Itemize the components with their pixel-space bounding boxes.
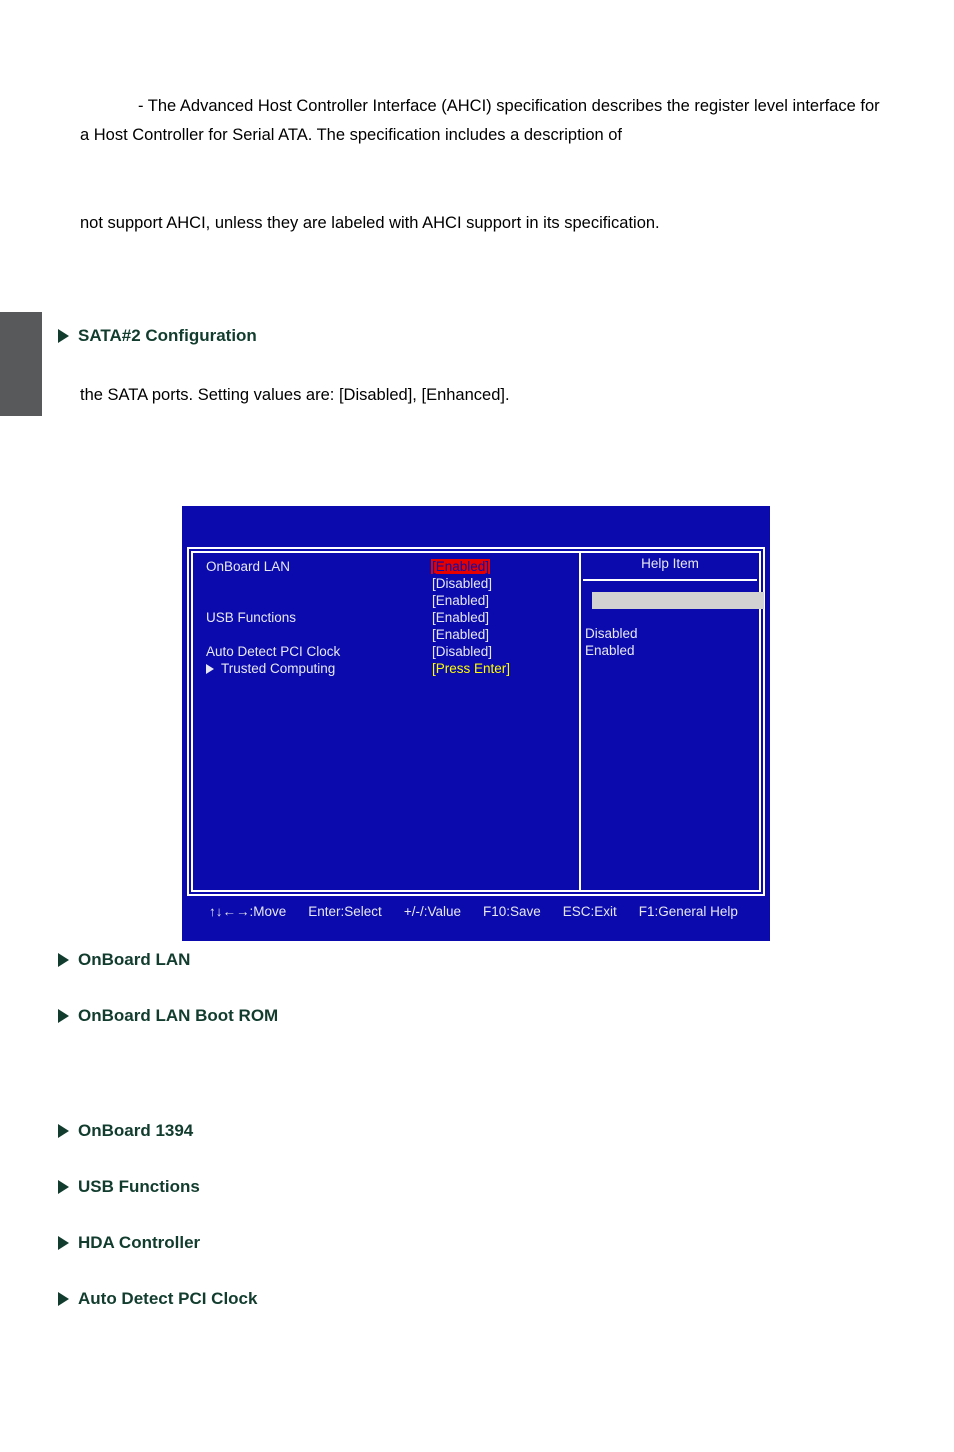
triangle-bullet-icon bbox=[58, 1009, 69, 1023]
bios-help-pane: Help Item Disabled Enabled bbox=[581, 553, 764, 890]
page-margin-tab bbox=[0, 312, 42, 416]
heading-label: OnBoard LAN bbox=[78, 950, 191, 969]
heading-hda-controller: HDA Controller bbox=[58, 1233, 200, 1253]
heading-auto-detect-pci-clock: Auto Detect PCI Clock bbox=[58, 1289, 257, 1309]
bios-setting-label-text: Trusted Computing bbox=[221, 661, 336, 676]
paragraph-ahci-note: not support AHCI, unless they are labele… bbox=[80, 214, 660, 232]
heading-label: Auto Detect PCI Clock bbox=[78, 1289, 258, 1308]
triangle-bullet-icon bbox=[58, 953, 69, 967]
heading-label: SATA#2 Configuration bbox=[78, 326, 257, 345]
heading-onboard-lan: OnBoard LAN bbox=[58, 950, 190, 970]
bios-setting-row-usb-functions[interactable]: USB Functions [Enabled] bbox=[193, 610, 579, 627]
bios-setting-label-text: OnBoard LAN bbox=[206, 559, 291, 574]
bios-help-option-disabled[interactable]: Disabled bbox=[585, 626, 638, 641]
bios-setting-label: USB Functions bbox=[206, 610, 296, 625]
submenu-arrow-icon bbox=[206, 663, 214, 674]
bios-setting-value-trusted-computing[interactable]: [Press Enter] bbox=[431, 661, 511, 676]
triangle-bullet-icon bbox=[58, 1124, 69, 1138]
heading-label: OnBoard 1394 bbox=[78, 1121, 194, 1140]
bios-setting-label: Trusted Computing bbox=[206, 661, 335, 676]
heading-label: USB Functions bbox=[78, 1177, 200, 1196]
bios-setting-row-5[interactable]: [Enabled] bbox=[193, 627, 579, 644]
bios-help-option-enabled[interactable]: Enabled bbox=[585, 643, 635, 658]
legend-enter-select: Enter:Select bbox=[308, 904, 382, 919]
bios-setting-label-text: USB Functions bbox=[206, 610, 297, 625]
bios-setting-value-auto-detect-pci-clock[interactable]: [Disabled] bbox=[431, 644, 493, 659]
legend-value: +/-/:Value bbox=[403, 904, 461, 919]
bios-setting-value-5[interactable]: [Enabled] bbox=[431, 627, 490, 642]
heading-usb-functions: USB Functions bbox=[58, 1177, 200, 1197]
paragraph-ahci-intro: - The Advanced Host Controller Interface… bbox=[80, 97, 880, 144]
bios-help-highlight-bar bbox=[592, 592, 764, 609]
triangle-bullet-icon bbox=[58, 1236, 69, 1250]
triangle-bullet-icon bbox=[58, 1292, 69, 1306]
heading-onboard-1394: OnBoard 1394 bbox=[58, 1121, 193, 1141]
bios-setting-label: OnBoard LAN bbox=[206, 559, 290, 574]
bios-setting-row-3[interactable]: [Enabled] bbox=[193, 593, 579, 610]
legend-f10-save: F10:Save bbox=[482, 904, 541, 919]
triangle-bullet-icon bbox=[58, 329, 69, 343]
legend-move: ↑↓←→:Move bbox=[209, 904, 287, 919]
bios-setup-screen: OnBoard LAN [Enabled] [Disabled] [Enable… bbox=[182, 506, 770, 941]
bios-panel-border: OnBoard LAN [Enabled] [Disabled] [Enable… bbox=[187, 547, 765, 896]
bios-setting-row-onboard-lan[interactable]: OnBoard LAN [Enabled] bbox=[193, 559, 579, 576]
legend-esc-exit: ESC:Exit bbox=[562, 904, 617, 919]
bios-setting-label-text: Auto Detect PCI Clock bbox=[206, 644, 341, 659]
heading-onboard-lan-boot-rom: OnBoard LAN Boot ROM bbox=[58, 1006, 278, 1026]
triangle-bullet-icon bbox=[58, 1180, 69, 1194]
bios-settings-list: OnBoard LAN [Enabled] [Disabled] [Enable… bbox=[193, 553, 579, 890]
bios-key-legend: ↑↓←→:Move Enter:Select +/-/:Value F10:Sa… bbox=[182, 904, 770, 919]
bios-help-separator bbox=[583, 579, 757, 581]
bios-setting-row-2[interactable]: [Disabled] bbox=[193, 576, 579, 593]
heading-label: OnBoard LAN Boot ROM bbox=[78, 1006, 279, 1025]
legend-f1-general-help: F1:General Help bbox=[638, 904, 738, 919]
bios-setting-value-2[interactable]: [Disabled] bbox=[431, 576, 493, 591]
bios-setting-row-trusted-computing[interactable]: Trusted Computing [Press Enter] bbox=[193, 661, 579, 678]
bios-setting-value-3[interactable]: [Enabled] bbox=[431, 593, 490, 608]
heading-label: HDA Controller bbox=[78, 1233, 201, 1252]
heading-sata2-configuration: SATA#2 Configuration bbox=[58, 326, 257, 346]
bios-setting-value-onboard-lan[interactable]: [Enabled] bbox=[431, 559, 491, 574]
bios-help-title: Help Item bbox=[641, 556, 699, 571]
bios-panel-inner-border: OnBoard LAN [Enabled] [Disabled] [Enable… bbox=[191, 551, 764, 892]
bios-setting-row-auto-detect-pci-clock[interactable]: Auto Detect PCI Clock [Disabled] bbox=[193, 644, 579, 661]
paragraph-sata-note: the SATA ports. Setting values are: [Dis… bbox=[80, 386, 510, 404]
bios-setting-label: Auto Detect PCI Clock bbox=[206, 644, 340, 659]
bios-setting-value-usb-functions[interactable]: [Enabled] bbox=[431, 610, 490, 625]
